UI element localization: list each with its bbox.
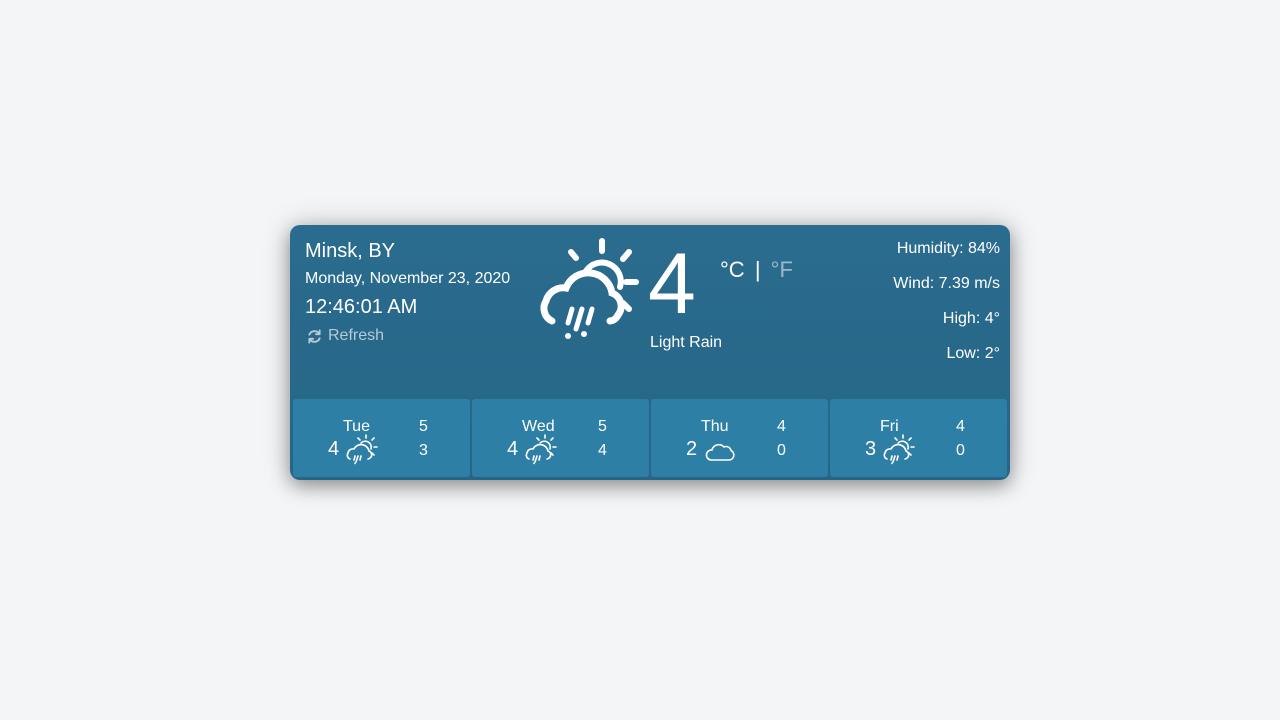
forecast-day: Wed 4 5 4	[472, 399, 649, 477]
weather-widget: Minsk, BY Monday, November 23, 2020 12:4…	[290, 225, 1010, 480]
current-temperature: 4	[648, 236, 696, 332]
forecast-high: 4	[956, 418, 965, 435]
weather-condition: Light Rain	[650, 334, 723, 351]
location-panel: Minsk, BY Monday, November 23, 2020 12:4…	[305, 239, 510, 345]
forecast-row: Tue 4 5 3 Wed 4 5 4 Thu 2 4 0 Fri 3 4 0	[293, 399, 1007, 477]
refresh-button[interactable]: Refresh	[305, 327, 510, 345]
fahrenheit-toggle[interactable]: °F	[771, 257, 793, 282]
sun-cloud-rain-icon	[346, 434, 378, 465]
refresh-label: Refresh	[328, 327, 385, 344]
forecast-temperature: 4	[328, 438, 340, 460]
unit-toggle: °C | °F	[720, 257, 793, 283]
forecast-day: Tue 4 5 3	[293, 399, 470, 477]
forecast-temperature: 4	[507, 438, 519, 460]
wind-speed: Wind: 7.39 m/s	[893, 275, 1000, 292]
forecast-temperature: 2	[686, 438, 698, 460]
high-temperature: High: 4°	[942, 310, 1000, 327]
humidity: Humidity: 84%	[896, 240, 1000, 257]
forecast-low: 0	[777, 442, 786, 459]
forecast-low: 0	[956, 442, 965, 459]
sun-cloud-rain-icon	[540, 238, 639, 339]
forecast-temperature: 3	[865, 438, 877, 460]
forecast-day: Thu 2 4 0	[651, 399, 828, 477]
forecast-high: 4	[777, 418, 786, 435]
cloud-icon	[705, 443, 735, 461]
forecast-high: 5	[598, 418, 607, 435]
forecast-high: 5	[419, 418, 428, 435]
forecast-low: 3	[419, 442, 428, 459]
current-time: 12:46:01 AM	[305, 296, 418, 318]
low-temperature: Low: 2°	[946, 345, 1000, 362]
forecast-day: Fri 3 4 0	[830, 399, 1007, 477]
city-name: Minsk, BY	[305, 240, 396, 262]
forecast-low: 4	[598, 442, 607, 459]
refresh-icon	[308, 328, 321, 344]
sun-cloud-rain-icon	[883, 434, 915, 465]
unit-separator: |	[754, 257, 761, 282]
weather-details: Humidity: 84% Wind: 7.39 m/s High: 4° Lo…	[893, 239, 1000, 379]
celsius-toggle[interactable]: °C	[720, 257, 745, 282]
current-date: Monday, November 23, 2020	[305, 270, 511, 287]
sun-cloud-rain-icon	[525, 434, 557, 465]
